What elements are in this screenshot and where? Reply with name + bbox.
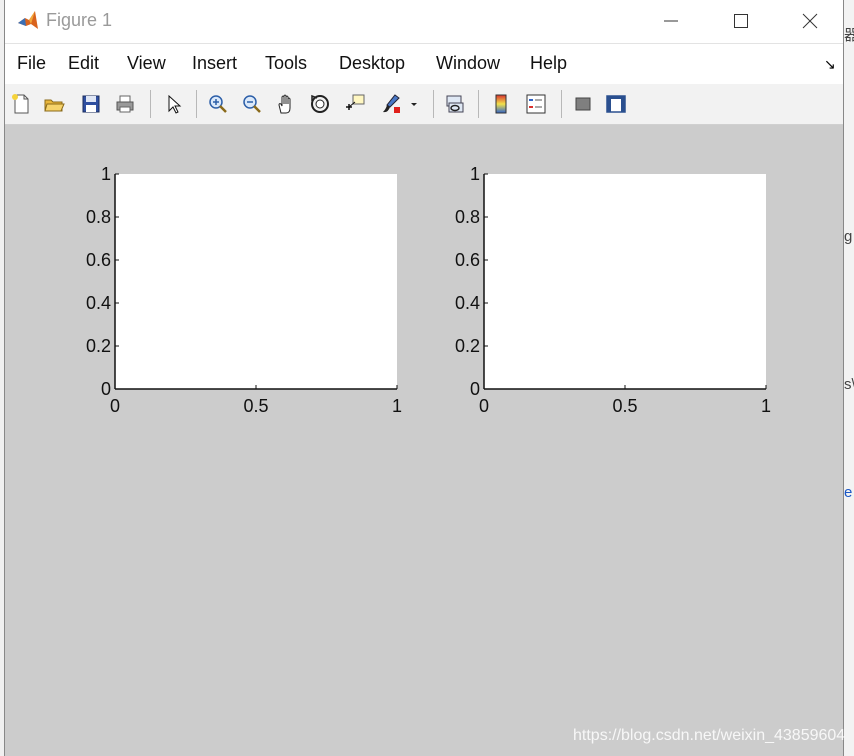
show-plot-tools-icon[interactable] [603, 90, 629, 118]
y-tick-label: 0.6 [86, 250, 111, 270]
y-tick-label: 0.2 [86, 336, 111, 356]
axes-1-plot-area[interactable] [115, 174, 397, 389]
y-tick-label: 0.6 [455, 250, 480, 270]
y-tick-label: 0.8 [455, 207, 480, 227]
y-tick-label: 0.2 [455, 336, 480, 356]
new-figure-icon[interactable] [8, 90, 34, 118]
maximize-button[interactable] [718, 0, 764, 42]
zoom-in-icon[interactable] [205, 90, 231, 118]
menu-help[interactable]: Help [530, 53, 567, 74]
x-tick-label: 0.5 [612, 396, 637, 416]
print-icon[interactable] [112, 90, 138, 118]
figure-canvas[interactable]: 0 0.2 0.4 0.6 0.8 1 0 0.5 1 0 0.2 0.4 0.6 0.8 1 0 0.5 1 [5, 125, 843, 756]
menu-file[interactable]: File [17, 53, 46, 74]
window-title: Figure 1 [46, 10, 113, 30]
minimize-button[interactable] [648, 0, 694, 42]
menu-bar: File Edit View Insert Tools Desktop Wind… [5, 43, 843, 85]
background-fragment: g [844, 228, 853, 245]
legend-icon[interactable] [523, 90, 549, 118]
background-fragment: s\ [844, 376, 854, 393]
figure-toolbar [5, 84, 843, 125]
x-tick-label: 1 [392, 396, 402, 416]
y-tick-label: 1 [470, 164, 480, 184]
toolbar-separator [150, 90, 151, 118]
x-tick-label: 1 [761, 396, 771, 416]
menu-window[interactable]: Window [436, 53, 500, 74]
zoom-out-icon[interactable] [239, 90, 265, 118]
x-tick-label: 0.5 [243, 396, 268, 416]
toolbar-separator [561, 90, 562, 118]
menu-edit[interactable]: Edit [68, 53, 99, 74]
menu-view[interactable]: View [127, 53, 166, 74]
toolbar-separator [196, 90, 197, 118]
menu-insert[interactable]: Insert [192, 53, 237, 74]
y-tick-label: 0.8 [86, 207, 111, 227]
menu-tools[interactable]: Tools [265, 53, 307, 74]
background-fragment: 器 [844, 27, 854, 44]
colorbar-icon[interactable] [488, 90, 514, 118]
title-bar[interactable]: Figure 1 [5, 0, 843, 42]
brush-icon[interactable] [378, 90, 404, 118]
open-file-icon[interactable] [41, 90, 67, 118]
y-tick-label: 0.4 [455, 293, 480, 313]
axes-2-plot-area[interactable] [484, 174, 766, 389]
x-tick-label: 0 [479, 396, 489, 416]
background-app-right-edge: 器 g s\ e [844, 0, 854, 756]
y-tick-label: 1 [101, 164, 111, 184]
x-tick-label: 0 [110, 396, 120, 416]
toolbar-separator [478, 90, 479, 118]
hide-plot-tools-icon[interactable] [570, 90, 596, 118]
link-plot-icon[interactable] [442, 90, 468, 118]
y-tick-label: 0.4 [86, 293, 111, 313]
close-button[interactable] [787, 0, 833, 42]
axes-container: 00.20.40.60.810 0.5 100.20.40.60.810 0.5 1 [86, 164, 771, 416]
toolbar-separator [433, 90, 434, 118]
brush-dropdown-icon[interactable] [407, 90, 421, 118]
dock-figure-icon[interactable]: ↘ [824, 56, 836, 73]
background-fragment: e [844, 484, 853, 501]
watermark-text: https://blog.csdn.net/weixin_43859604 [573, 727, 846, 744]
data-cursor-icon[interactable] [342, 90, 368, 118]
pan-hand-icon[interactable] [273, 90, 299, 118]
save-icon[interactable] [78, 90, 104, 118]
matlab-logo-icon [17, 9, 39, 31]
pointer-icon[interactable] [160, 90, 186, 118]
figure-window: Figure 1 File Edit View Insert Tools Des… [4, 0, 846, 756]
menu-desktop[interactable]: Desktop [339, 53, 405, 74]
rotate-3d-icon[interactable] [307, 90, 333, 118]
